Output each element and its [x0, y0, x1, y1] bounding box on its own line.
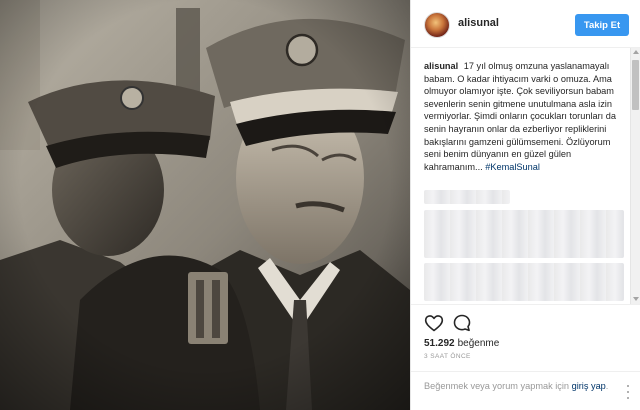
post-photo[interactable] [0, 0, 410, 410]
comment-icon[interactable] [452, 313, 472, 333]
blurred-comment [424, 263, 624, 301]
caption-username[interactable]: alisunal [424, 61, 458, 71]
post-photo-image [0, 0, 410, 410]
login-link[interactable]: giriş yap [572, 381, 606, 391]
header-username[interactable]: alisunal [458, 17, 499, 29]
post-sidebar: alisunal Takip Et alisunal 17 yıl olmuş … [410, 0, 640, 410]
post-timestamp[interactable]: 3 SAAT ÖNCE [424, 353, 471, 360]
likes-number: 51.292 [424, 338, 455, 349]
caption-hashtag-link[interactable]: #KemalSunal [485, 162, 540, 172]
avatar[interactable] [424, 12, 450, 38]
caption-text: 17 yıl olmuş omzuna yaslanamayalı babam.… [424, 61, 616, 172]
blurred-comment [424, 210, 624, 258]
scroll-up-arrow-icon[interactable] [633, 50, 639, 54]
more-options-icon[interactable] [623, 383, 633, 403]
scroll-down-arrow-icon[interactable] [633, 297, 639, 301]
instagram-post-window: alisunal Takip Et alisunal 17 yıl olmuş … [0, 0, 640, 410]
login-prompt-prefix: Beğenmek veya yorum yapmak için [424, 381, 572, 391]
post-caption: alisunal 17 yıl olmuş omzuna yaslanamaya… [424, 60, 624, 173]
comments-scrollbar[interactable] [630, 48, 640, 304]
likes-label: beğenme [457, 338, 500, 349]
login-prompt: Beğenmek veya yorum yapmak için giriş ya… [424, 380, 634, 392]
post-actions: 51.292 beğenme 3 SAAT ÖNCE Beğenmek veya … [411, 304, 640, 410]
blurred-comment-username [424, 190, 510, 204]
comments-area: alisunal 17 yıl olmuş omzuna yaslanamaya… [411, 48, 640, 304]
scroll-thumb[interactable] [632, 60, 639, 110]
follow-button[interactable]: Takip Et [575, 14, 629, 36]
heart-icon[interactable] [424, 313, 444, 333]
add-comment-section: Beğenmek veya yorum yapmak için giriş ya… [411, 371, 640, 410]
login-prompt-suffix: . [605, 381, 609, 391]
likes-count[interactable]: 51.292 beğenme [424, 338, 499, 349]
post-header: alisunal Takip Et [411, 0, 640, 48]
